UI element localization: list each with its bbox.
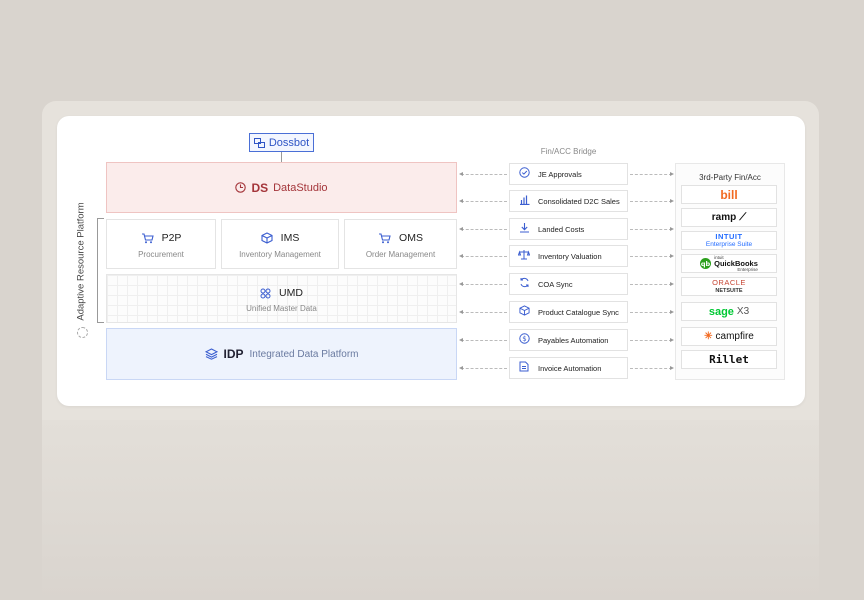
module-oms[interactable]: OMS Order Management [344,219,457,269]
bridge-item-invoice[interactable]: Invoice Automation [509,357,628,379]
vendor-ramp-logo[interactable]: ramp ⟋ [681,208,777,227]
bridge-item-coa-sync[interactable]: COA Sync [509,273,628,295]
connector-line [281,152,282,162]
bridge-item-label: Invoice Automation [538,363,602,373]
scale-icon [510,249,538,263]
third-party-title: 3rd-Party Fin/Acc [699,173,761,182]
bridge-item-payables[interactable]: $ Payables Automation [509,329,628,351]
connector-arrow [459,282,507,286]
vendor-intuit-logo[interactable]: INTUIT Enterprise Suite [681,231,777,250]
vendor-name: ORACLE [712,277,746,287]
module-name: Order Management [365,250,436,259]
datastudio-abbr: DS [251,180,269,195]
connector-arrow [459,172,507,176]
umd-block[interactable]: UMD Unified Master Data [106,274,457,323]
vendor-sub: NETSUITE [715,287,743,294]
bridge-item-d2c-sales[interactable]: Consolidated D2C Sales [509,190,628,212]
connector-arrow [459,199,507,203]
idp-name: Integrated Data Platform [249,348,359,360]
bridge-title: Fin/ACC Bridge [540,147,597,156]
bridge-item-je-approvals[interactable]: JE Approvals [509,163,628,185]
check-circle-icon [510,167,538,181]
module-abbr: P2P [161,232,182,244]
shopping-cart-icon [379,232,391,243]
layers-icon [204,348,218,360]
vendor-sub: Enterprise [737,266,758,272]
bridge-item-label: Landed Costs [538,224,585,234]
vendor-name: INTUIT [715,231,743,241]
connector-arrow [630,366,674,370]
campfire-star-icon: ✳ [704,331,713,342]
bot-icon [253,137,265,148]
platform-label: Adaptive Resource Platform [74,202,90,320]
svg-text:$: $ [522,335,526,343]
module-name: Procurement [138,250,184,259]
window-frame-fade [42,420,819,600]
connector-arrow [630,310,674,314]
clock-icon [235,182,247,193]
connector-arrow [630,172,674,176]
vendor-name: campfire [715,331,754,342]
bridge-item-label: Inventory Valuation [538,251,602,261]
bridge-item-label: COA Sync [538,279,573,289]
umd-abbr: UMD [279,287,303,299]
vendor-name: sage [708,305,734,318]
platform-bracket [97,218,104,323]
connector-arrow [459,338,507,342]
dossbot-label: Dossbot [268,136,310,149]
dollar-circle-icon: $ [510,333,538,347]
vendor-sub: X3 [736,306,750,317]
grid-icon [260,288,271,298]
datastudio-block[interactable]: DS DataStudio [106,162,457,213]
module-name: Inventory Management [239,250,321,259]
bar-chart-icon [510,194,538,208]
bridge-item-label: Product Catalogue Sync [538,307,619,317]
umd-name: Unified Master Data [246,304,317,313]
vendor-quickbooks-logo[interactable]: qb intuit QuickBooks Enterprise [681,254,777,273]
vendor-sage-logo[interactable]: sage X3 [681,302,777,321]
vendor-name: bill [720,187,738,202]
sync-icon [510,277,538,291]
module-p2p[interactable]: P2P Procurement [106,219,216,269]
vendor-sub: Enterprise Suite [705,240,753,248]
connector-arrow [459,254,507,258]
ramp-mark-icon: ⟋ [739,212,747,223]
box-icon [261,232,273,244]
bridge-item-label: Payables Automation [538,335,609,345]
connector-arrow [630,282,674,286]
connector-arrow [630,199,674,203]
svg-text:qb: qb [701,260,711,268]
connector-arrow [630,338,674,342]
connector-arrow [630,254,674,258]
vendor-rillet-logo[interactable]: Rillet [681,350,777,369]
bridge-item-inventory-valuation[interactable]: Inventory Valuation [509,245,628,267]
vendor-campfire-logo[interactable]: ✳ campfire [681,327,777,346]
bridge-item-landed-costs[interactable]: Landed Costs [509,218,628,240]
bridge-item-label: Consolidated D2C Sales [538,196,620,206]
dossbot-button[interactable]: Dossbot [249,133,314,152]
module-ims[interactable]: IMS Inventory Management [221,219,339,269]
cube-icon [510,305,538,319]
cart-icon [141,232,154,243]
loading-circle-icon [77,327,88,338]
vendor-netsuite-logo[interactable]: ORACLE NETSUITE [681,277,777,296]
invoice-icon [510,361,538,375]
connector-arrow [459,366,507,370]
vendor-bill-logo[interactable]: bill [681,185,777,204]
platform-label-text: Adaptive Resource Platform [75,202,87,321]
vendor-name: ramp [711,212,737,223]
connector-arrow [459,310,507,314]
module-abbr: IMS [280,232,300,244]
vendor-name: Rillet [709,353,749,366]
idp-block[interactable]: IDP Integrated Data Platform [106,328,457,380]
datastudio-name: DataStudio [273,181,328,194]
bridge-item-label: JE Approvals [538,169,582,179]
connector-arrow [459,227,507,231]
bridge-item-catalogue-sync[interactable]: Product Catalogue Sync [509,301,628,323]
module-abbr: OMS [399,232,423,244]
download-icon [510,222,538,236]
idp-abbr: IDP [223,347,244,361]
quickbooks-icon: qb [700,258,712,269]
connector-arrow [630,227,674,231]
